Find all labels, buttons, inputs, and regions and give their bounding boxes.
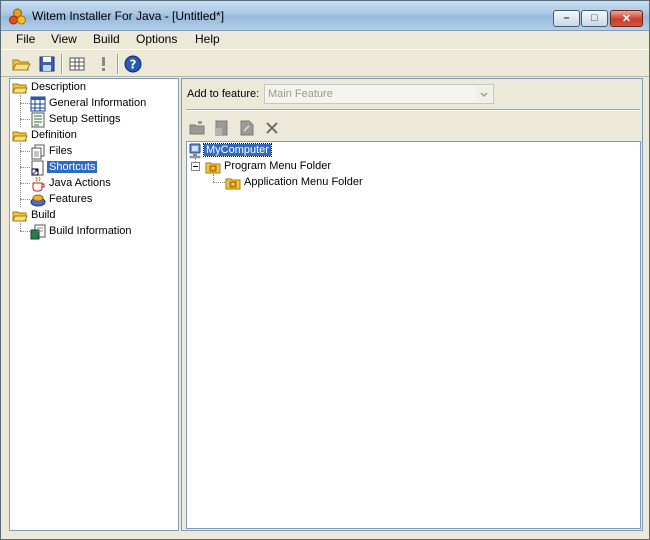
tree-label: Definition bbox=[31, 129, 77, 141]
save-button[interactable] bbox=[37, 54, 57, 74]
tree-item-files[interactable]: Files bbox=[30, 144, 175, 160]
tree-item-general-information[interactable]: General Information bbox=[30, 96, 175, 112]
new-folder-icon bbox=[189, 121, 205, 135]
new-folder-button[interactable] bbox=[188, 119, 206, 137]
tree-label: Setup Settings bbox=[49, 113, 121, 125]
menu-help[interactable]: Help bbox=[195, 32, 220, 46]
tree-connector bbox=[20, 199, 30, 200]
open-folder-icon bbox=[12, 59, 31, 71]
tree-item-setup-settings[interactable]: Setup Settings bbox=[30, 112, 175, 128]
tree-connector bbox=[20, 167, 30, 168]
tree-label: Files bbox=[49, 145, 73, 157]
open-button[interactable] bbox=[11, 54, 31, 74]
tree-connector bbox=[20, 151, 30, 152]
tree-connector bbox=[213, 174, 214, 182]
folder-open-icon bbox=[12, 211, 28, 222]
save-icon bbox=[39, 56, 55, 72]
close-button[interactable]: ✕ bbox=[610, 10, 643, 27]
run-button[interactable] bbox=[93, 54, 113, 74]
computer-icon bbox=[189, 143, 201, 159]
tree-group-description[interactable]: Description bbox=[12, 80, 177, 96]
feature-select[interactable]: Main Feature bbox=[264, 84, 494, 104]
tree-label: Features bbox=[49, 193, 93, 205]
tree-item-java-actions[interactable]: Java Actions bbox=[30, 176, 175, 192]
add-to-feature-label: Add to feature: bbox=[187, 88, 260, 100]
tree-connector bbox=[20, 103, 30, 104]
tree-connector bbox=[213, 182, 225, 183]
maximize-icon: □ bbox=[591, 12, 598, 24]
tree-label-selected: Shortcuts bbox=[47, 161, 98, 173]
tree-label: Program Menu Folder bbox=[224, 160, 331, 172]
files-icon bbox=[31, 144, 45, 160]
close-icon: ✕ bbox=[621, 13, 632, 25]
tree-connector bbox=[20, 223, 21, 231]
feature-select-value: Main Feature bbox=[268, 88, 333, 100]
new-shortcut-icon bbox=[215, 120, 228, 136]
tree-label-selected: MyComputer bbox=[203, 143, 272, 157]
tree-item-program-menu-folder[interactable]: Program Menu Folder bbox=[205, 159, 405, 175]
maximize-button[interactable]: □ bbox=[581, 10, 608, 27]
tree-label: Java Actions bbox=[49, 177, 111, 189]
menu-folder-icon bbox=[225, 178, 241, 190]
run-icon bbox=[102, 57, 105, 71]
build-grid-icon bbox=[69, 57, 85, 71]
tree-item-application-menu-folder[interactable]: Application Menu Folder bbox=[225, 175, 445, 191]
folder-open-icon bbox=[12, 131, 28, 142]
properties-icon bbox=[240, 120, 254, 136]
main-toolbar: ? bbox=[1, 49, 649, 77]
properties-button[interactable] bbox=[238, 119, 256, 137]
app-window: Witem Installer For Java - [Untitled*] –… bbox=[0, 0, 650, 540]
panel-divider bbox=[186, 109, 640, 111]
delete-button[interactable] bbox=[263, 119, 281, 137]
tree-connector bbox=[20, 183, 30, 184]
menu-options[interactable]: Options bbox=[136, 32, 177, 46]
toolbar-separator bbox=[61, 54, 63, 74]
window-title: Witem Installer For Java - [Untitled*] bbox=[32, 9, 225, 23]
new-shortcut-button[interactable] bbox=[213, 119, 231, 137]
tree-label: Application Menu Folder bbox=[244, 176, 363, 188]
tree-item-mycomputer[interactable]: MyComputer bbox=[187, 143, 387, 159]
grid-form-icon bbox=[30, 96, 46, 112]
java-cup-icon bbox=[32, 176, 45, 192]
tree-label: Build Information bbox=[49, 225, 132, 237]
tree-group-definition[interactable]: Definition bbox=[12, 128, 177, 144]
menu-folder-icon bbox=[205, 162, 221, 174]
toolbar-separator bbox=[117, 54, 119, 74]
build-button[interactable] bbox=[67, 54, 87, 74]
shortcuts-panel: Add to feature: Main Feature MyComputer … bbox=[181, 78, 643, 531]
navigation-tree: Description General Information Setup Se… bbox=[9, 78, 179, 531]
app-logo-icon bbox=[9, 8, 26, 25]
tree-label: Build bbox=[31, 209, 56, 221]
minimize-button[interactable]: – bbox=[553, 10, 580, 27]
tree-label: General Information bbox=[49, 97, 147, 109]
shortcut-icon bbox=[31, 160, 44, 176]
folder-open-icon bbox=[12, 83, 28, 94]
tree-connector bbox=[20, 231, 30, 232]
build-info-icon bbox=[30, 224, 46, 240]
tree-item-features[interactable]: Features bbox=[30, 192, 175, 208]
title-bar[interactable]: Witem Installer For Java - [Untitled*] –… bbox=[1, 1, 649, 31]
tree-group-build[interactable]: Build bbox=[12, 208, 177, 224]
menu-view[interactable]: View bbox=[51, 32, 77, 46]
shortcut-tree: MyComputer Program Menu Folder Applicati… bbox=[186, 141, 641, 529]
chevron-down-icon[interactable] bbox=[476, 86, 492, 102]
tree-label: Description bbox=[31, 81, 87, 93]
features-disk-icon bbox=[30, 194, 46, 207]
menu-file[interactable]: File bbox=[16, 32, 35, 46]
tree-item-build-information[interactable]: Build Information bbox=[30, 224, 175, 240]
help-icon: ? bbox=[124, 55, 142, 73]
tree-connector bbox=[20, 119, 30, 120]
settings-form-icon bbox=[31, 112, 45, 128]
menu-bar: File View Build Options Help bbox=[1, 31, 649, 48]
delete-x-icon bbox=[266, 122, 278, 134]
collapse-toggle[interactable] bbox=[191, 162, 200, 171]
menu-build[interactable]: Build bbox=[93, 32, 120, 46]
minimize-icon: – bbox=[563, 12, 570, 24]
tree-connector bbox=[20, 143, 21, 207]
svg-text:?: ? bbox=[130, 58, 137, 72]
tree-item-shortcuts[interactable]: Shortcuts bbox=[30, 160, 175, 176]
tree-connector bbox=[20, 95, 21, 127]
help-button[interactable]: ? bbox=[123, 54, 143, 74]
